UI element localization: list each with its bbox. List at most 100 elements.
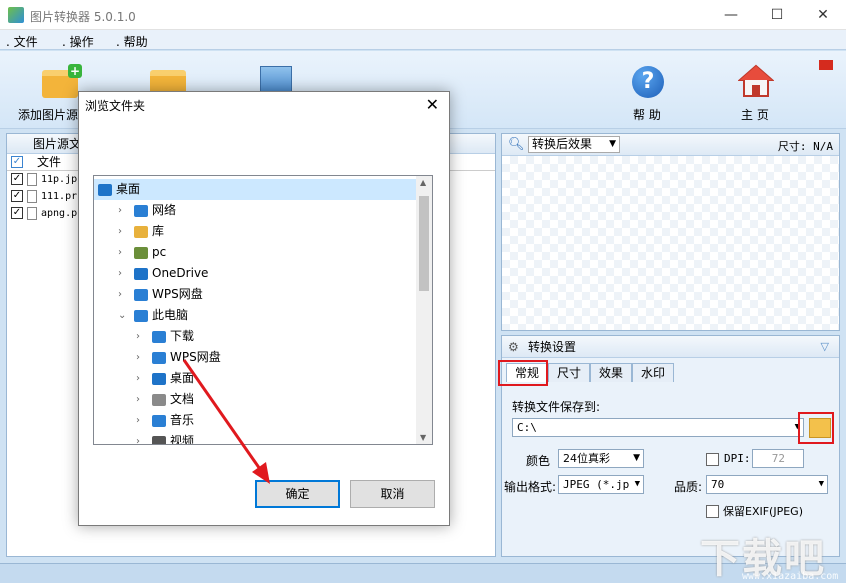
tree-item-label: 下载 (170, 329, 195, 343)
user-icon (134, 247, 148, 259)
document-icon (152, 394, 166, 406)
library-icon (134, 226, 148, 238)
tree-item-label: 文档 (170, 392, 195, 406)
color-label: 颜色 (526, 454, 551, 468)
tab-size[interactable]: 尺寸 (548, 363, 590, 382)
select-all-checkbox[interactable]: ✓ (11, 156, 23, 168)
tree-item-label: 网络 (152, 203, 177, 217)
add-image-label[interactable]: 添加图片源 (18, 106, 78, 123)
tree-item-label: 此电脑 (152, 308, 189, 322)
convert-icon[interactable] (260, 66, 292, 92)
wps-cloud-icon (152, 352, 166, 364)
tree-item[interactable]: › pc (94, 242, 416, 263)
menu-operate[interactable]: . 操作 (62, 33, 94, 50)
format-dropdown[interactable]: JPEG (*.jp ▼ (558, 475, 644, 494)
minimize-button[interactable]: — (708, 0, 754, 30)
chevron-right-icon[interactable]: › (136, 410, 140, 431)
chevron-right-icon[interactable]: › (118, 200, 122, 221)
tree-item[interactable]: › WPS网盘 (94, 284, 416, 305)
tree-item-label: 音乐 (170, 413, 195, 427)
color-dropdown[interactable]: 24位真彩 ▼ (558, 449, 644, 468)
chevron-right-icon[interactable]: › (118, 263, 122, 284)
chevron-right-icon[interactable]: › (136, 389, 140, 410)
zoom-icon[interactable]: 🔍︎ (508, 137, 525, 152)
app-icon (8, 7, 24, 23)
tree-item-label: 视频 (170, 434, 195, 445)
music-icon (152, 415, 166, 427)
collapse-icon[interactable]: ▽ (821, 336, 829, 358)
browse-folder-dialog: 浏览文件夹 ✕ › 视频 › 音乐 › 文档 › 桌面 › WPS网盘 › 下载 ⌄ 此电脑 › WPS网盘 ›… (78, 91, 450, 526)
quality-dropdown[interactable]: 70 ▼ (706, 475, 828, 494)
tab-watermark[interactable]: 水印 (632, 363, 674, 382)
tree-item[interactable]: ⌄ 此电脑 (94, 305, 416, 326)
tree-item[interactable]: › 文档 (94, 389, 416, 410)
cancel-button[interactable]: 取消 (350, 480, 435, 508)
scrollbar-thumb[interactable] (419, 196, 429, 291)
settings-panel: ⚙ 转换设置 ▽ 常规 尺寸 效果 水印 转换文件保存到: C:\ ▼ 颜色 24… (498, 335, 840, 557)
tree-item-label: WPS网盘 (152, 287, 203, 301)
help-label[interactable]: 帮 助 (633, 106, 661, 123)
tree-item[interactable]: 桌面 (94, 179, 416, 200)
chevron-right-icon[interactable]: › (136, 368, 140, 389)
chevron-right-icon[interactable]: › (118, 284, 122, 305)
dialog-close-button[interactable]: ✕ (426, 95, 439, 114)
exif-label: 保留EXIF(JPEG) (723, 505, 803, 518)
tree-item[interactable]: › 网络 (94, 200, 416, 221)
dpi-label: DPI: (724, 452, 751, 465)
ok-button[interactable]: 确定 (255, 480, 340, 508)
save-path-input[interactable]: C:\ ▼ (512, 418, 804, 437)
tree-item-label: 库 (152, 224, 165, 238)
close-button[interactable]: ✕ (800, 0, 846, 30)
dpi-input[interactable]: 72 (752, 449, 804, 468)
tree-item[interactable]: › WPS网盘 (94, 347, 416, 368)
tab-effect[interactable]: 效果 (590, 363, 632, 382)
exif-checkbox[interactable] (706, 505, 719, 518)
menu-help[interactable]: . 帮助 (116, 33, 148, 50)
dpi-checkbox[interactable] (706, 453, 719, 466)
quality-label: 品质: (674, 480, 703, 494)
tree-item[interactable]: › 库 (94, 221, 416, 242)
file-checkbox[interactable]: ✓ (11, 173, 23, 185)
desktop-icon (98, 184, 112, 196)
chevron-down-icon[interactable]: ⌄ (118, 305, 126, 326)
computer-icon (134, 310, 148, 322)
plus-icon: + (68, 64, 82, 78)
maximize-button[interactable]: ☐ (754, 0, 800, 30)
preview-panel: 🔍︎ 转换后效果 ▼ 尺寸: N/A (501, 133, 840, 331)
title-bar: 图片转换器 5.0.1.0 — ☐ ✕ (0, 0, 846, 30)
chevron-right-icon[interactable]: › (136, 431, 140, 444)
file-checkbox[interactable]: ✓ (11, 207, 23, 219)
settings-header: ⚙ 转换设置 ▽ (502, 336, 839, 358)
network-icon (134, 205, 148, 217)
effect-dropdown[interactable]: 转换后效果 ▼ (528, 136, 620, 153)
home-icon[interactable] (738, 64, 774, 98)
desktop-icon (152, 373, 166, 385)
tree-scrollbar[interactable]: ▲ ▼ (416, 176, 432, 444)
chevron-right-icon[interactable]: › (136, 326, 140, 347)
chevron-right-icon[interactable]: › (136, 347, 140, 368)
language-flag-icon[interactable] (819, 60, 833, 70)
tree-item-label: OneDrive (152, 266, 209, 280)
help-icon[interactable]: ? (632, 66, 664, 98)
folder-tree[interactable]: › 视频 › 音乐 › 文档 › 桌面 › WPS网盘 › 下载 ⌄ 此电脑 › WPS网盘 › OneDrive… (93, 175, 433, 445)
file-icon (27, 173, 37, 186)
file-checkbox[interactable]: ✓ (11, 190, 23, 202)
format-label: 输出格式: (504, 480, 557, 494)
download-icon (152, 331, 166, 343)
file-icon (27, 190, 37, 203)
gear-icon: ⚙ (508, 340, 519, 354)
tree-item[interactable]: › OneDrive (94, 263, 416, 284)
chevron-right-icon[interactable]: › (118, 221, 122, 242)
video-icon (152, 436, 166, 444)
chevron-right-icon[interactable]: › (118, 242, 122, 263)
tree-item[interactable]: › 下载 (94, 326, 416, 347)
menu-file[interactable]: . 文件 (6, 33, 38, 50)
preview-header: 🔍︎ 转换后效果 ▼ 尺寸: N/A (502, 134, 839, 156)
tree-item-label: 桌面 (170, 371, 195, 385)
home-label[interactable]: 主 页 (741, 106, 769, 123)
file-icon (27, 207, 37, 220)
tree-item[interactable]: › 视频 (94, 431, 416, 445)
tree-item-label: pc (152, 245, 167, 259)
tree-item[interactable]: › 桌面 (94, 368, 416, 389)
tree-item[interactable]: › 音乐 (94, 410, 416, 431)
